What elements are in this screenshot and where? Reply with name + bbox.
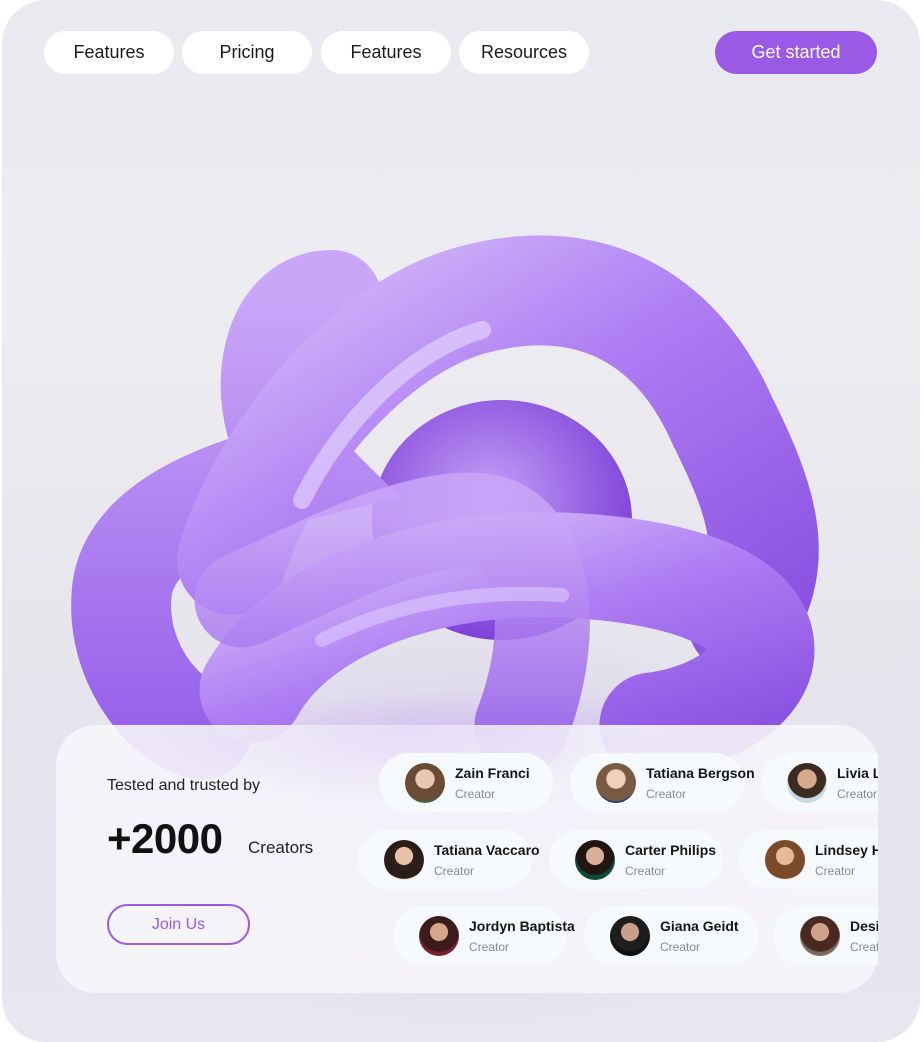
creator-role: Creator — [455, 787, 496, 801]
creator-chip[interactable]: Tatiana Bergson Creator — [570, 753, 755, 812]
creator-name: Lindsey Herwitz — [815, 842, 878, 858]
avatar — [610, 916, 650, 956]
creator-role: Creator — [625, 864, 666, 878]
creator-name: Tatiana Vaccaro — [434, 842, 540, 858]
avatar — [575, 840, 615, 880]
trusted-by-text: Tested and trusted by — [107, 777, 260, 794]
creator-name: Jordyn Baptista — [469, 918, 575, 934]
avatar — [800, 916, 840, 956]
avatar — [405, 763, 445, 803]
creator-name: Carter Philips — [625, 842, 717, 858]
creator-role: Creator — [815, 864, 856, 878]
creator-name: Livia Lipshutz — [837, 765, 878, 781]
creator-chip[interactable]: Livia Lipshutz Creator — [761, 753, 878, 812]
avatar — [384, 840, 424, 880]
avatar — [765, 840, 805, 880]
creator-name: Giana Geidt — [660, 918, 739, 934]
join-us-button[interactable]: Join Us — [107, 904, 250, 945]
creator-role: Creator — [660, 940, 701, 954]
creator-count: +2000 — [107, 815, 223, 862]
creator-role: Creator — [646, 787, 687, 801]
creator-role: Creator — [837, 787, 878, 801]
creator-chip[interactable]: Desirae Creator — [774, 906, 878, 965]
creator-name: Zain Franci — [455, 765, 530, 781]
hero-card: Features Pricing Features Resources Get … — [2, 0, 920, 1042]
creator-role: Creator — [434, 864, 475, 878]
avatar — [596, 763, 636, 803]
creator-chip[interactable]: Carter Philips Creator — [549, 830, 723, 889]
creator-name: Tatiana Bergson — [646, 765, 755, 781]
creator-chip[interactable]: Giana Geidt Creator — [584, 906, 758, 965]
creator-chip[interactable]: Tatiana Vaccaro Creator — [358, 830, 540, 889]
avatar — [787, 763, 827, 803]
creator-count-label: Creators — [248, 838, 314, 857]
creator-chip[interactable]: Lindsey Herwitz Creator — [739, 830, 878, 889]
creator-chip[interactable]: Jordyn Baptista Creator — [393, 906, 575, 965]
creator-role: Creator — [850, 940, 878, 954]
creator-name: Desirae — [850, 918, 878, 934]
avatar — [419, 916, 459, 956]
creator-chip[interactable]: Zain Franci Creator — [379, 753, 553, 812]
creator-role: Creator — [469, 940, 510, 954]
creator-list: Zain Franci Creator Tatiana Bergson Crea… — [352, 745, 878, 975]
